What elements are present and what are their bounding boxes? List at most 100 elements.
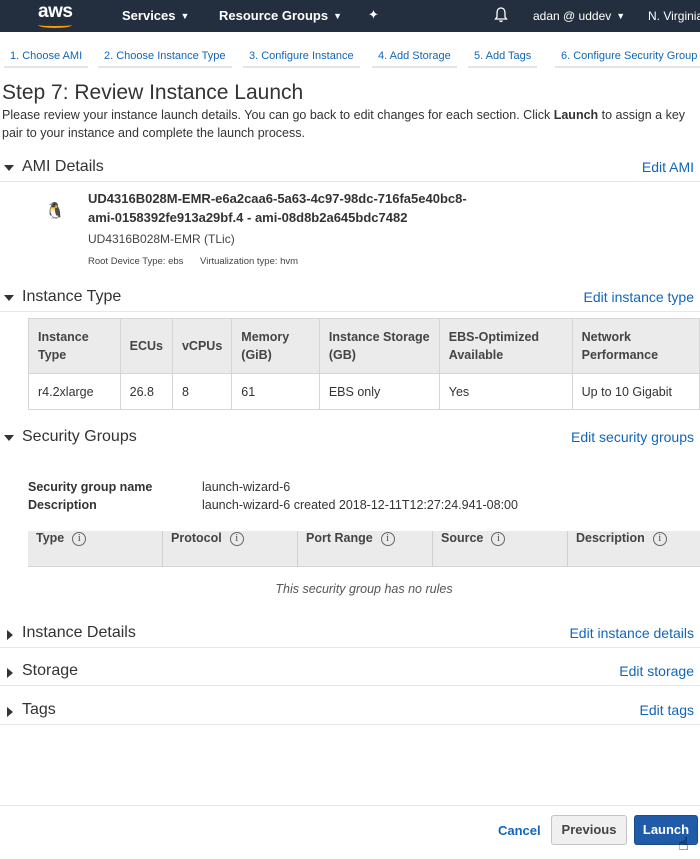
ami-name: UD4316B028M-EMR-e6a2caa6-5a63-4c97-98dc-… bbox=[88, 189, 508, 227]
security-groups-title: Security Groups bbox=[22, 428, 137, 445]
tags-header[interactable]: Tags Edit tags bbox=[0, 701, 700, 725]
table-cell: EBS only bbox=[318, 373, 440, 410]
services-menu[interactable]: Services ▼ bbox=[122, 8, 189, 23]
instance-type-title: Instance Type bbox=[22, 288, 122, 305]
ami-details-title: AMI Details bbox=[22, 158, 104, 175]
edit-tags-link[interactable]: Edit tags bbox=[640, 702, 694, 718]
table-row: r4.2xlarge 26.8 8 61 EBS only Yes Up to … bbox=[28, 373, 700, 410]
aws-logo-smile bbox=[38, 22, 72, 28]
intro-text-a: Please review your instance launch detai… bbox=[2, 108, 554, 122]
table-cell: Up to 10 Gigabit bbox=[571, 373, 700, 410]
edit-storage-link[interactable]: Edit storage bbox=[619, 663, 694, 679]
security-rules-table-header: Type i Protocol i Port Range i Source i Desc… bbox=[28, 531, 700, 567]
column-header: Memory (GiB) bbox=[231, 318, 320, 374]
chevron-down-icon: ▼ bbox=[333, 11, 343, 21]
edit-instance-type-link[interactable]: Edit instance type bbox=[583, 289, 694, 305]
ami-name-line1: UD4316B028M-EMR-e6a2caa6-5a63-4c97-98dc-… bbox=[88, 191, 467, 206]
previous-button[interactable]: Previous bbox=[551, 815, 627, 845]
resource-groups-label: Resource Groups bbox=[219, 8, 329, 23]
step-choose-instance-type[interactable]: 2. Choose Instance Type bbox=[98, 44, 232, 68]
collapse-triangle-icon[interactable] bbox=[4, 435, 14, 441]
column-header-type: Type i bbox=[28, 531, 162, 567]
column-header: Instance Type bbox=[28, 318, 121, 374]
cancel-button[interactable]: Cancel bbox=[498, 823, 541, 838]
collapse-triangle-icon[interactable] bbox=[4, 295, 14, 301]
storage-title: Storage bbox=[22, 662, 79, 679]
step-add-storage[interactable]: 4. Add Storage bbox=[372, 44, 457, 68]
ami-meta: Root Device Type: ebs Virtualization typ… bbox=[88, 256, 312, 267]
bell-icon[interactable] bbox=[494, 7, 508, 23]
chevron-down-icon: ▼ bbox=[616, 11, 626, 21]
edit-security-groups-link[interactable]: Edit security groups bbox=[571, 429, 694, 445]
wizard-steps: 1. Choose AMI 2. Choose Instance Type 3.… bbox=[0, 44, 700, 70]
table-cell: r4.2xlarge bbox=[28, 373, 121, 410]
instance-details-header[interactable]: Instance Details Edit instance details bbox=[0, 624, 700, 648]
edit-ami-link[interactable]: Edit AMI bbox=[642, 159, 694, 175]
no-rules-message: This security group has no rules bbox=[275, 582, 453, 596]
expand-triangle-icon[interactable] bbox=[7, 668, 13, 678]
column-header: Instance Storage (GB) bbox=[318, 318, 440, 374]
step-configure-security-group[interactable]: 6. Configure Security Group bbox=[555, 44, 700, 68]
tags-title: Tags bbox=[22, 701, 56, 718]
instance-type-table: Instance Type ECUs vCPUs Memory (GiB) In… bbox=[28, 318, 700, 410]
ami-details-header[interactable]: AMI Details Edit AMI bbox=[0, 158, 700, 182]
column-header-port-range: Port Range i bbox=[297, 531, 432, 567]
instance-details-title: Instance Details bbox=[22, 624, 136, 641]
step-add-tags[interactable]: 5. Add Tags bbox=[468, 44, 538, 68]
column-label: Port Range bbox=[306, 531, 373, 545]
column-header-source: Source i bbox=[432, 531, 567, 567]
top-nav-bar: aws Services ▼ Resource Groups ▼ ✦ adan @ … bbox=[0, 0, 700, 32]
column-header: vCPUs bbox=[171, 318, 233, 374]
column-label: Source bbox=[441, 531, 484, 545]
column-header: EBS-Optimized Available bbox=[438, 318, 573, 374]
column-header-protocol: Protocol i bbox=[162, 531, 297, 567]
ami-name-line2: ami-0158392fe913a29bf.4 - ami-08d8b2a645… bbox=[88, 210, 408, 225]
table-cell: Yes bbox=[438, 373, 573, 410]
instance-type-header[interactable]: Instance Type Edit instance type bbox=[0, 288, 700, 312]
expand-triangle-icon[interactable] bbox=[7, 707, 13, 717]
sg-name-label: Security group name bbox=[28, 480, 153, 494]
info-icon[interactable]: i bbox=[72, 531, 87, 546]
page-title: Step 7: Review Instance Launch bbox=[2, 81, 304, 104]
root-device-type: Root Device Type: ebs bbox=[88, 256, 184, 267]
info-icon[interactable]: i bbox=[652, 531, 667, 546]
hand-cursor-icon: ☝ bbox=[678, 834, 689, 854]
services-label: Services bbox=[122, 8, 176, 23]
user-label: adan @ uddev bbox=[533, 9, 612, 23]
column-label: Protocol bbox=[171, 531, 222, 545]
collapse-triangle-icon[interactable] bbox=[4, 165, 14, 171]
step-choose-ami[interactable]: 1. Choose AMI bbox=[4, 44, 89, 68]
column-header-description: Description i bbox=[567, 531, 700, 567]
table-cell: 26.8 bbox=[119, 373, 173, 410]
virtualization-type: Virtualization type: hvm bbox=[200, 256, 299, 267]
user-menu[interactable]: adan @ uddev ▼ bbox=[533, 9, 625, 23]
sg-name-value: launch-wizard-6 bbox=[202, 480, 291, 494]
table-header-row: Instance Type ECUs vCPUs Memory (GiB) In… bbox=[28, 318, 700, 374]
pin-icon[interactable]: ✦ bbox=[368, 7, 379, 23]
column-label: Type bbox=[36, 531, 65, 545]
column-header: Network Performance bbox=[571, 318, 700, 374]
table-cell: 61 bbox=[231, 373, 320, 410]
edit-instance-details-link[interactable]: Edit instance details bbox=[569, 625, 694, 641]
column-label: Description bbox=[576, 531, 645, 545]
sg-description-value: launch-wizard-6 created 2018-12-11T12:27… bbox=[202, 498, 518, 512]
table-cell: 8 bbox=[171, 373, 233, 410]
security-groups-header[interactable]: Security Groups Edit security groups bbox=[0, 428, 700, 452]
expand-triangle-icon[interactable] bbox=[7, 630, 13, 640]
info-icon[interactable]: i bbox=[380, 531, 395, 546]
storage-header[interactable]: Storage Edit storage bbox=[0, 662, 700, 686]
linux-penguin-icon: 🐧 bbox=[45, 203, 65, 220]
step-configure-instance[interactable]: 3. Configure Instance bbox=[243, 44, 360, 68]
chevron-down-icon: ▼ bbox=[180, 11, 190, 21]
info-icon[interactable]: i bbox=[229, 531, 244, 546]
footer-bar: Cancel Previous Launch bbox=[0, 805, 700, 859]
resource-groups-menu[interactable]: Resource Groups ▼ bbox=[219, 8, 342, 23]
info-icon[interactable]: i bbox=[491, 531, 506, 546]
aws-logo[interactable]: aws bbox=[38, 1, 73, 23]
region-menu[interactable]: N. Virginia bbox=[648, 9, 700, 23]
sg-description-label: Description bbox=[28, 498, 97, 512]
security-group-info: Security group name launch-wizard-6 Descr… bbox=[28, 478, 518, 514]
intro-launch-keyword: Launch bbox=[553, 108, 599, 122]
column-header: ECUs bbox=[119, 318, 173, 374]
page-intro: Please review your instance launch detai… bbox=[2, 106, 698, 142]
